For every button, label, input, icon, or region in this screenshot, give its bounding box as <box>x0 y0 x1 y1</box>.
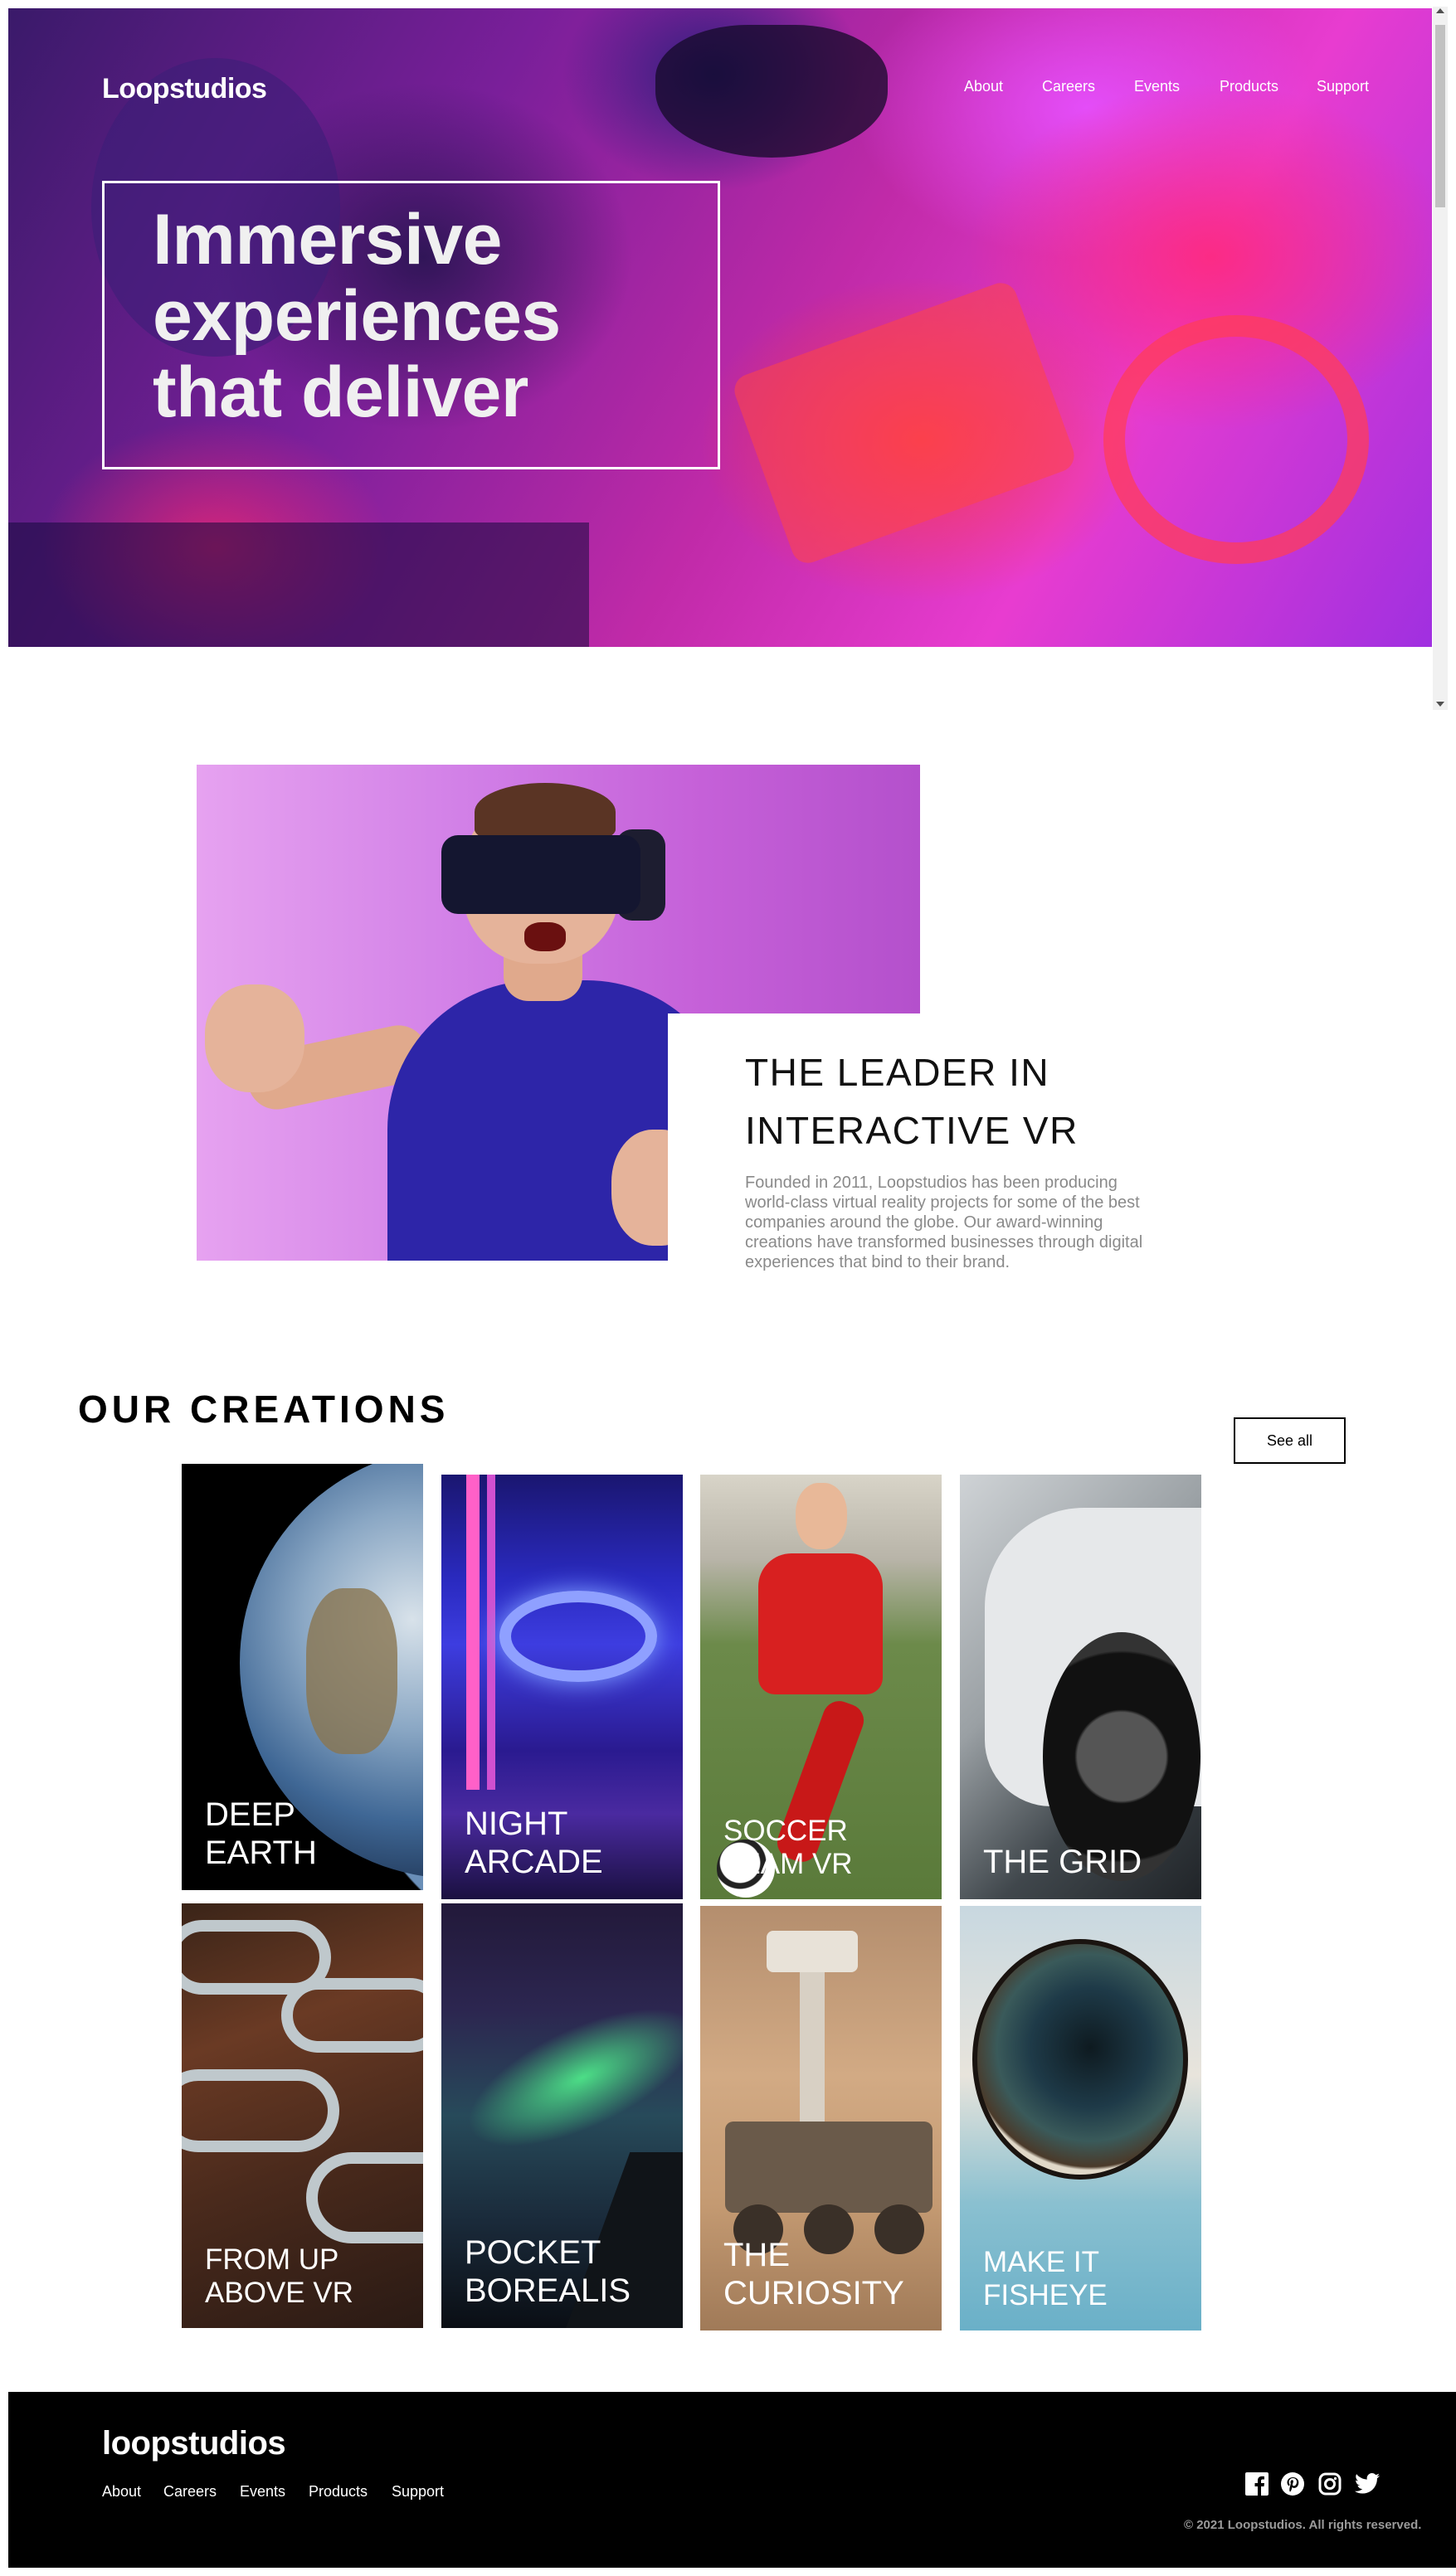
creation-label: DEEP EARTH <box>205 1796 317 1871</box>
footer-link-support[interactable]: Support <box>392 2483 444 2501</box>
creation-card-from-up-above-vr[interactable]: FROM UP ABOVE VR <box>182 1903 423 2328</box>
creation-label: NIGHT ARCADE <box>465 1806 603 1880</box>
image-shape <box>182 2069 339 2152</box>
headline-box: Immersive experiences that deliver <box>102 181 720 469</box>
hero-section: Loopstudios About Careers Events Product… <box>8 8 1432 647</box>
creation-label: FROM UP ABOVE VR <box>205 2243 353 2309</box>
creation-label: POCKET BOREALIS <box>465 2234 631 2309</box>
image-shape <box>758 1553 883 1694</box>
image-shape <box>487 1475 495 1790</box>
facebook-icon[interactable] <box>1244 2472 1269 2496</box>
see-all-button[interactable]: See all <box>1234 1417 1346 1464</box>
footer: loopstudios About Careers Events Product… <box>8 2392 1456 2568</box>
scroll-down-arrow-icon[interactable] <box>1436 702 1444 707</box>
creation-card-pocket-borealis[interactable]: POCKET BOREALIS <box>441 1903 683 2328</box>
image-shape <box>475 783 616 841</box>
vr-headset-shape <box>441 835 640 914</box>
intro-panel: THE LEADER IN INTERACTIVE VR Founded in … <box>668 1013 1166 1279</box>
nav-link-about[interactable]: About <box>964 78 1003 95</box>
image-shape <box>796 1483 847 1549</box>
image-shape <box>448 1980 683 2175</box>
creation-card-night-arcade[interactable]: NIGHT ARCADE <box>441 1475 683 1899</box>
creation-label: THE CURIOSITY <box>723 2237 904 2311</box>
scrollbar[interactable] <box>1433 7 1448 710</box>
hero-headline: Immersive experiences that deliver <box>153 200 561 432</box>
copyright: © 2021 Loopstudios. All rights reserved. <box>1184 2518 1422 2532</box>
image-shape <box>466 1475 480 1790</box>
hero-image-shape <box>8 522 589 647</box>
steering-wheel-shape <box>1103 315 1369 564</box>
hero-image-shape <box>729 278 1079 568</box>
image-shape <box>767 1931 858 1972</box>
creations-title: OUR CREATIONS <box>78 1388 450 1431</box>
footer-link-products[interactable]: Products <box>309 2483 368 2501</box>
nav-link-support[interactable]: Support <box>1317 78 1369 95</box>
image-shape <box>725 2122 933 2213</box>
instagram-icon[interactable] <box>1317 2472 1342 2496</box>
scroll-up-arrow-icon[interactable] <box>1436 8 1444 13</box>
image-shape <box>524 922 566 951</box>
image-shape <box>306 2152 423 2243</box>
image-shape <box>306 1588 397 1754</box>
creation-card-make-it-fisheye[interactable]: MAKE IT FISHEYE <box>960 1906 1201 2331</box>
nav-link-products[interactable]: Products <box>1220 78 1278 95</box>
footer-link-events[interactable]: Events <box>240 2483 285 2501</box>
creation-card-the-curiosity[interactable]: THE CURIOSITY <box>700 1906 942 2331</box>
creation-label: SOCCER TEAM VR <box>723 1815 853 1880</box>
footer-logo[interactable]: loopstudios <box>102 2425 286 2462</box>
twitter-icon[interactable] <box>1355 2472 1380 2496</box>
creation-card-the-grid[interactable]: THE GRID <box>960 1475 1201 1899</box>
footer-link-careers[interactable]: Careers <box>163 2483 217 2501</box>
site-logo[interactable]: Loopstudios <box>102 73 267 105</box>
creation-label: THE GRID <box>983 1844 1142 1880</box>
hero-image-shape <box>655 25 888 158</box>
scroll-thumb[interactable] <box>1435 25 1445 207</box>
pinterest-icon[interactable] <box>1280 2472 1305 2496</box>
image-shape <box>205 984 304 1092</box>
nav-link-events[interactable]: Events <box>1134 78 1180 95</box>
intro-text: Founded in 2011, Loopstudios has been pr… <box>745 1174 1143 1271</box>
footer-link-about[interactable]: About <box>102 2483 141 2501</box>
intro-title: THE LEADER IN INTERACTIVE VR <box>745 1051 1079 1152</box>
creation-card-deep-earth[interactable]: DEEP EARTH <box>182 1464 423 1890</box>
image-shape <box>972 1939 1188 2180</box>
image-shape <box>281 1978 423 2053</box>
creation-card-soccer-team-vr[interactable]: SOCCER TEAM VR <box>700 1475 942 1899</box>
creation-label: MAKE IT FISHEYE <box>983 2246 1108 2311</box>
image-shape <box>499 1591 657 1682</box>
nav-link-careers[interactable]: Careers <box>1042 78 1095 95</box>
